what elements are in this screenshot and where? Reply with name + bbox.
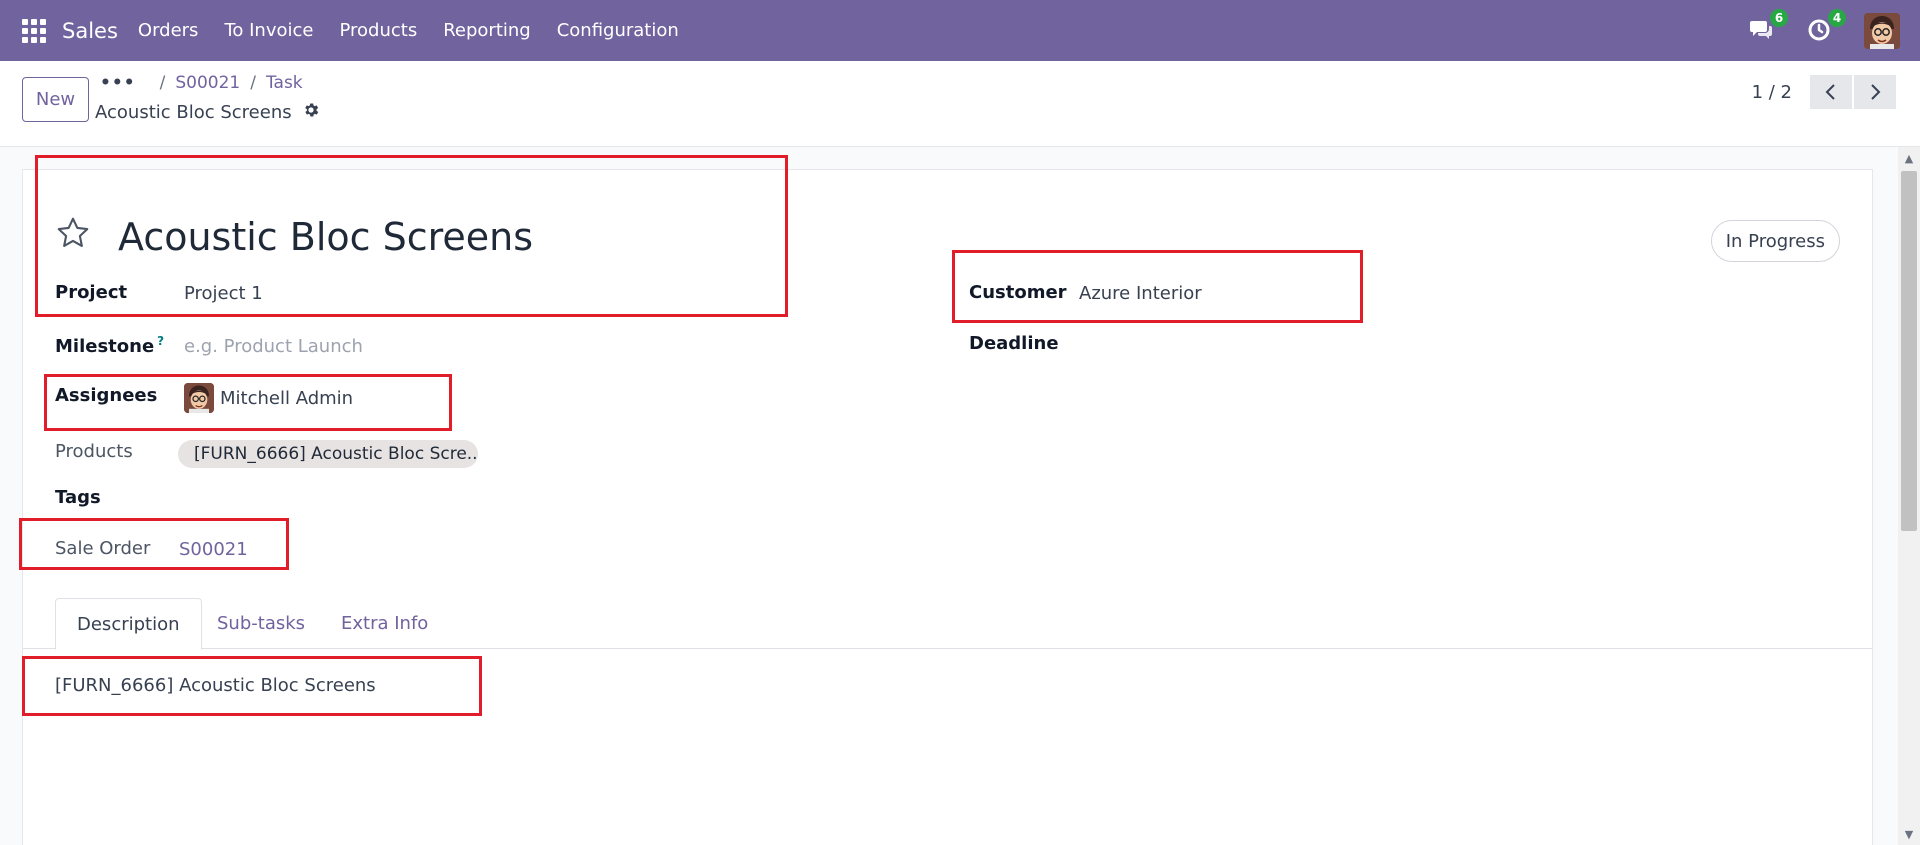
description-field[interactable]: [FURN_6666] Acoustic Bloc Screens — [55, 675, 376, 696]
menu-reporting[interactable]: Reporting — [443, 20, 531, 41]
scroll-thumb[interactable] — [1901, 171, 1917, 531]
milestone-label: Milestone? — [55, 334, 164, 357]
tags-label: Tags — [55, 487, 101, 508]
breadcrumb-task-link[interactable]: Task — [266, 73, 303, 93]
sale-order-link[interactable]: S00021 — [179, 539, 248, 560]
breadcrumb-separator: / — [159, 73, 166, 93]
user-avatar-image — [1864, 12, 1900, 49]
vertical-scrollbar[interactable]: ▲ ▼ — [1898, 147, 1920, 845]
products-label: Products — [55, 441, 133, 462]
milestone-label-text: Milestone — [55, 336, 155, 357]
chevron-right-icon — [1871, 84, 1881, 100]
star-outline-icon[interactable] — [55, 215, 91, 251]
assignee-name: Mitchell Admin — [220, 387, 354, 409]
breadcrumb: ••• / S00021 / Task — [100, 73, 303, 93]
task-title[interactable]: Acoustic Bloc Screens — [118, 215, 533, 259]
messages-button[interactable]: 6 — [1748, 8, 1788, 45]
app-name[interactable]: Sales — [62, 19, 118, 43]
activities-button[interactable]: 4 — [1806, 8, 1846, 45]
customer-field[interactable]: Azure Interior — [1079, 283, 1202, 304]
activities-count-badge: 4 — [1828, 8, 1846, 27]
menu-products[interactable]: Products — [339, 20, 417, 41]
record-title: Acoustic Bloc Screens — [95, 101, 320, 124]
customer-label: Customer — [969, 282, 1067, 303]
form-sheet: Acoustic Bloc Screens In Progress Projec… — [22, 169, 1873, 845]
menu-configuration[interactable]: Configuration — [557, 20, 679, 41]
status-badge[interactable]: In Progress — [1710, 220, 1840, 262]
new-button[interactable]: New — [22, 77, 89, 122]
record-title-text: Acoustic Bloc Screens — [95, 102, 292, 123]
project-label: Project — [55, 282, 128, 303]
notebook-tabs: Description Sub-tasks Extra Info — [23, 598, 1872, 650]
menu-orders[interactable]: Orders — [138, 20, 199, 41]
project-field[interactable]: Project 1 — [184, 283, 263, 304]
pager-previous-button[interactable] — [1810, 75, 1852, 109]
assignee-tag[interactable]: Mitchell Admin — [184, 383, 353, 413]
chevron-left-icon — [1825, 84, 1835, 100]
breadcrumb-separator: / — [250, 73, 256, 93]
pager: 1 / 2 — [1752, 75, 1896, 109]
deadline-label: Deadline — [969, 333, 1059, 354]
user-avatar[interactable] — [1864, 12, 1900, 49]
milestone-field[interactable]: e.g. Product Launch — [184, 336, 363, 357]
scroll-up-arrow-icon[interactable]: ▲ — [1898, 149, 1920, 169]
apps-grid-icon[interactable] — [22, 18, 46, 43]
messages-count-badge: 6 — [1770, 8, 1788, 27]
help-icon[interactable]: ? — [157, 334, 164, 348]
menu-to-invoice[interactable]: To Invoice — [224, 20, 313, 41]
top-navbar: Sales Orders To Invoice Products Reporti… — [0, 0, 1920, 61]
tab-extra-info[interactable]: Extra Info — [320, 598, 449, 649]
control-panel: New ••• / S00021 / Task Acoustic Bloc Sc… — [0, 61, 1920, 147]
assignee-avatar — [184, 383, 214, 413]
product-tag[interactable]: [FURN_6666] Acoustic Bloc Scre... — [178, 440, 478, 468]
pager-next-button[interactable] — [1854, 75, 1896, 109]
tab-sub-tasks[interactable]: Sub-tasks — [196, 598, 326, 649]
pager-value[interactable]: 1 / 2 — [1752, 82, 1792, 103]
assignees-label: Assignees — [55, 385, 158, 406]
breadcrumb-sale-order-link[interactable]: S00021 — [175, 73, 240, 93]
breadcrumb-more-button[interactable]: ••• — [100, 73, 136, 93]
tab-description[interactable]: Description — [55, 598, 202, 650]
gear-icon[interactable] — [302, 101, 320, 124]
sale-order-label: Sale Order — [55, 538, 151, 559]
scroll-down-arrow-icon[interactable]: ▼ — [1898, 825, 1920, 845]
navbar-systray: 6 4 — [1748, 0, 1900, 61]
